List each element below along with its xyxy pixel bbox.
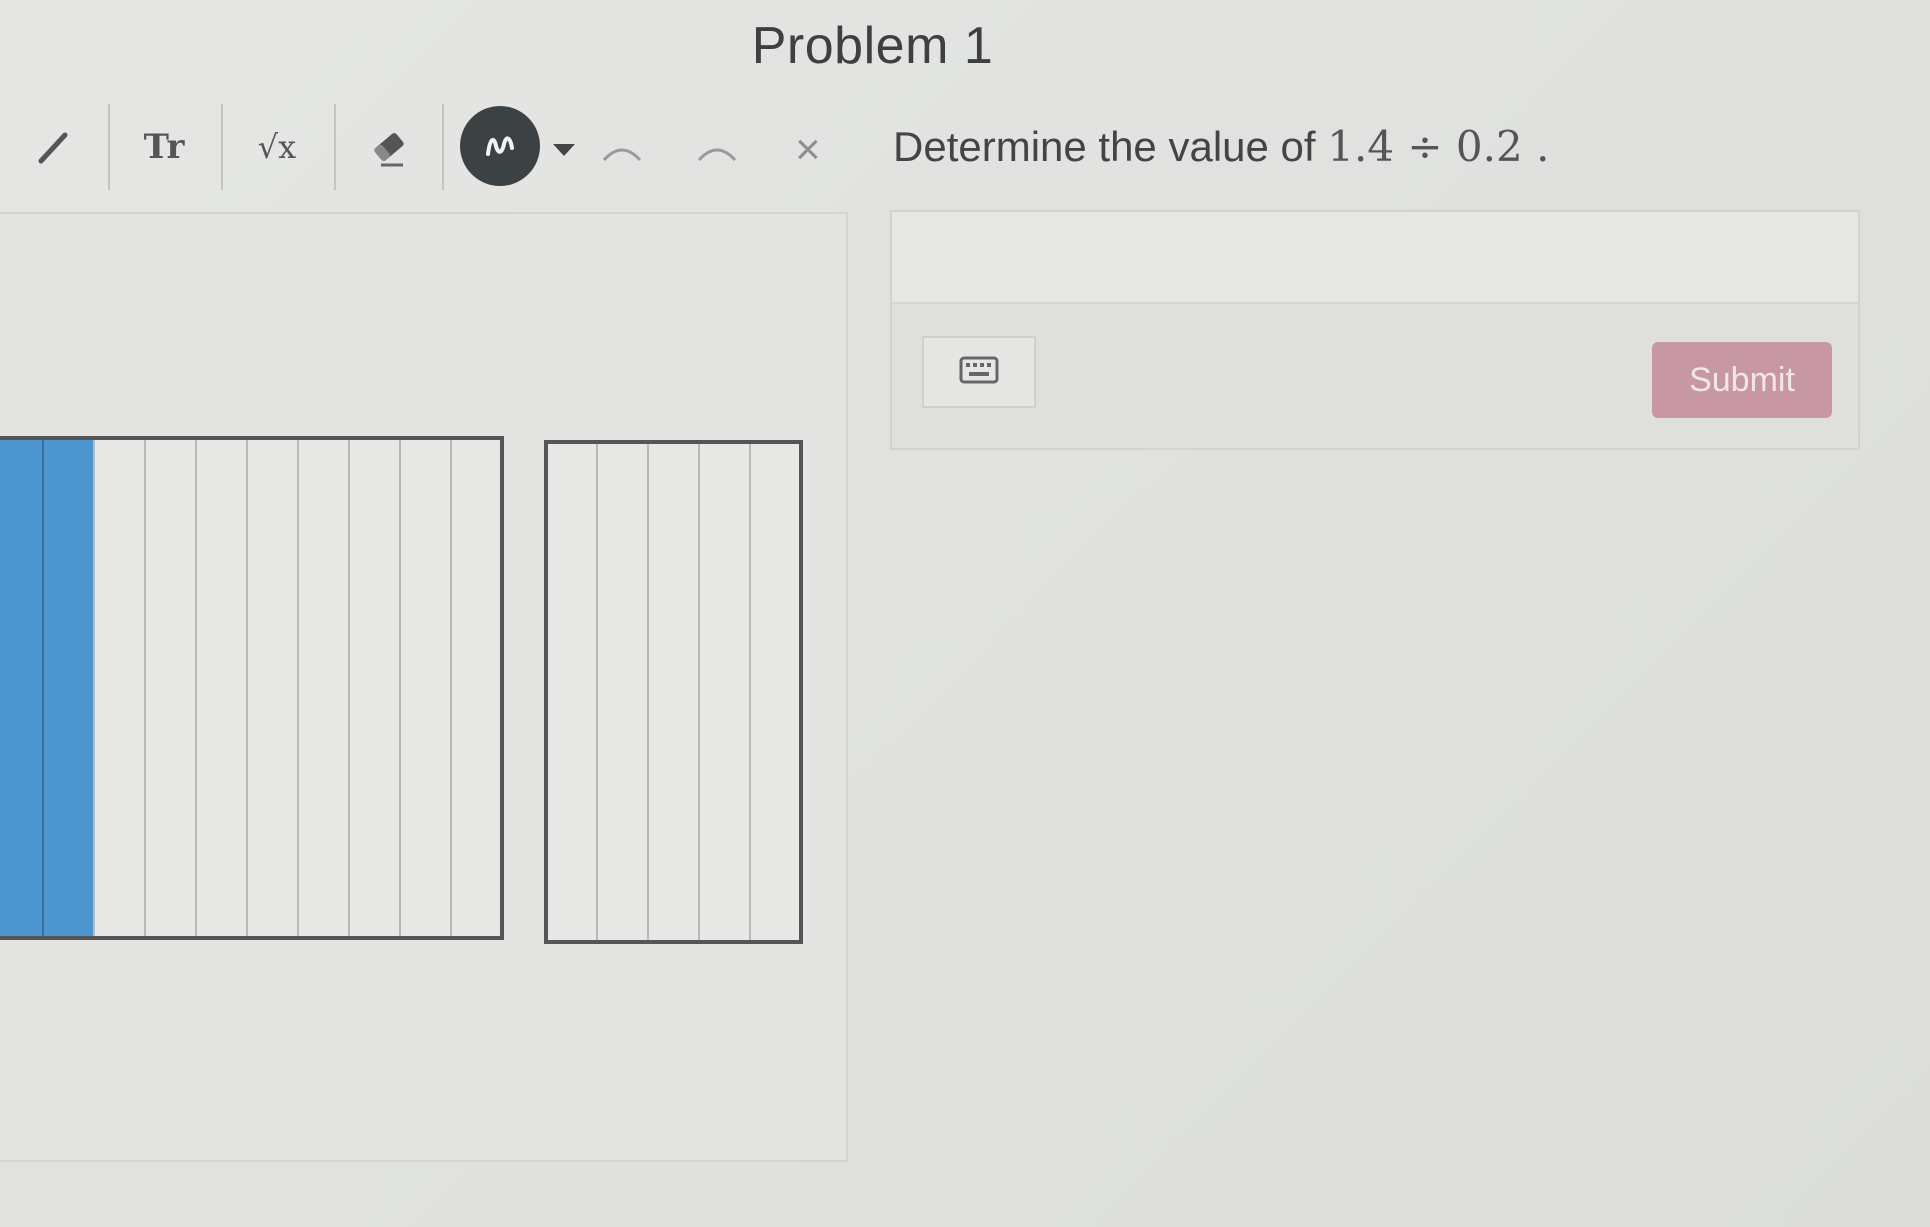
empty-column — [144, 437, 197, 939]
empty-column — [348, 437, 401, 939]
close-icon[interactable]: × — [795, 128, 821, 172]
empty-column — [399, 437, 452, 939]
question-text: Determine the value of 1.4 ÷ 0.2 . — [893, 122, 1549, 171]
chevron-down-icon[interactable] — [553, 144, 575, 156]
empty-column — [596, 441, 649, 943]
empty-column — [450, 437, 503, 939]
shaded-column — [0, 437, 44, 939]
empty-column — [749, 441, 802, 943]
math-tool-icon: √x — [257, 128, 297, 166]
text-tool-button[interactable]: Tr — [108, 104, 218, 190]
question-expression: 1.4 ÷ 0.2 . — [1327, 122, 1550, 171]
page: Problem 1 Tr √x × Determine the value of… — [0, 0, 1930, 1227]
large-area-model — [0, 436, 504, 940]
pencil-tool-button[interactable] — [0, 104, 108, 190]
drawing-canvas[interactable] — [0, 212, 848, 1162]
pencil-icon — [33, 127, 73, 167]
undo-icon[interactable] — [600, 140, 644, 169]
problem-title: Problem 1 — [751, 17, 994, 75]
empty-column — [195, 437, 248, 939]
math-tool-button[interactable]: √x — [221, 104, 331, 190]
drawing-toolbar: Tr √x — [0, 100, 870, 190]
empty-column — [545, 441, 598, 943]
area-models — [0, 436, 803, 944]
eraser-icon — [367, 125, 411, 169]
empty-column — [297, 437, 350, 939]
shaded-column — [42, 437, 95, 939]
small-area-model — [544, 440, 803, 944]
keyboard-button[interactable] — [922, 336, 1036, 408]
empty-column — [246, 437, 299, 939]
eraser-tool-button[interactable] — [334, 104, 444, 190]
submit-button[interactable]: Submit — [1652, 342, 1832, 418]
answer-input[interactable] — [892, 212, 1858, 304]
color-picker-button[interactable] — [460, 106, 540, 186]
redo-icon[interactable] — [695, 140, 739, 169]
answer-panel: Submit — [890, 210, 1860, 450]
question-prefix: Determine the value of — [893, 123, 1316, 170]
keyboard-icon — [959, 356, 999, 389]
empty-column — [93, 437, 146, 939]
squiggle-icon — [480, 124, 520, 169]
empty-column — [698, 441, 751, 943]
text-tool-icon: Tr — [143, 127, 185, 167]
empty-column — [647, 441, 700, 943]
